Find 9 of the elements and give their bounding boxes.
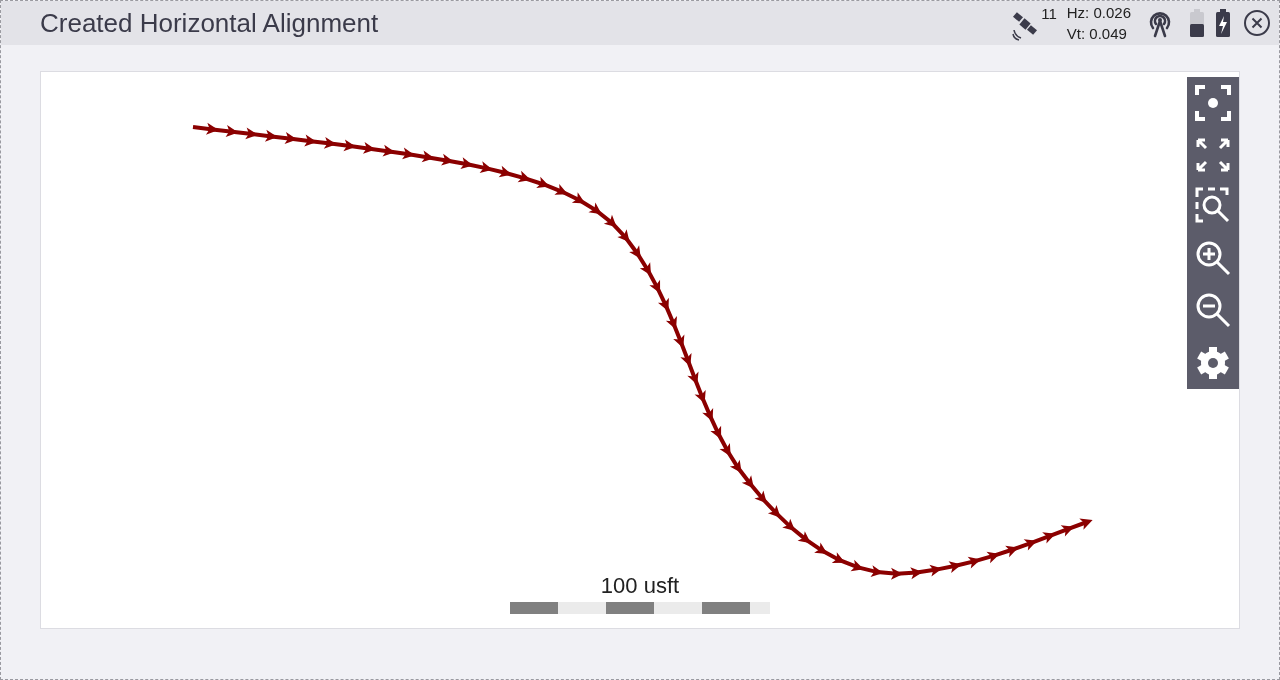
battery-icon (1189, 8, 1205, 38)
scale-label: 100 usft (600, 572, 680, 600)
hz-precision: Hz: 0.026 (1066, 3, 1131, 23)
charging-battery-icon (1215, 8, 1231, 38)
close-icon[interactable] (1243, 9, 1271, 37)
map-canvas[interactable]: 100 usft (40, 71, 1240, 629)
satellite-count: 11 (1041, 4, 1057, 24)
vt-precision: Vt: 0.049 (1066, 24, 1128, 44)
window-title: Created Horizontal Alignment (40, 6, 380, 40)
